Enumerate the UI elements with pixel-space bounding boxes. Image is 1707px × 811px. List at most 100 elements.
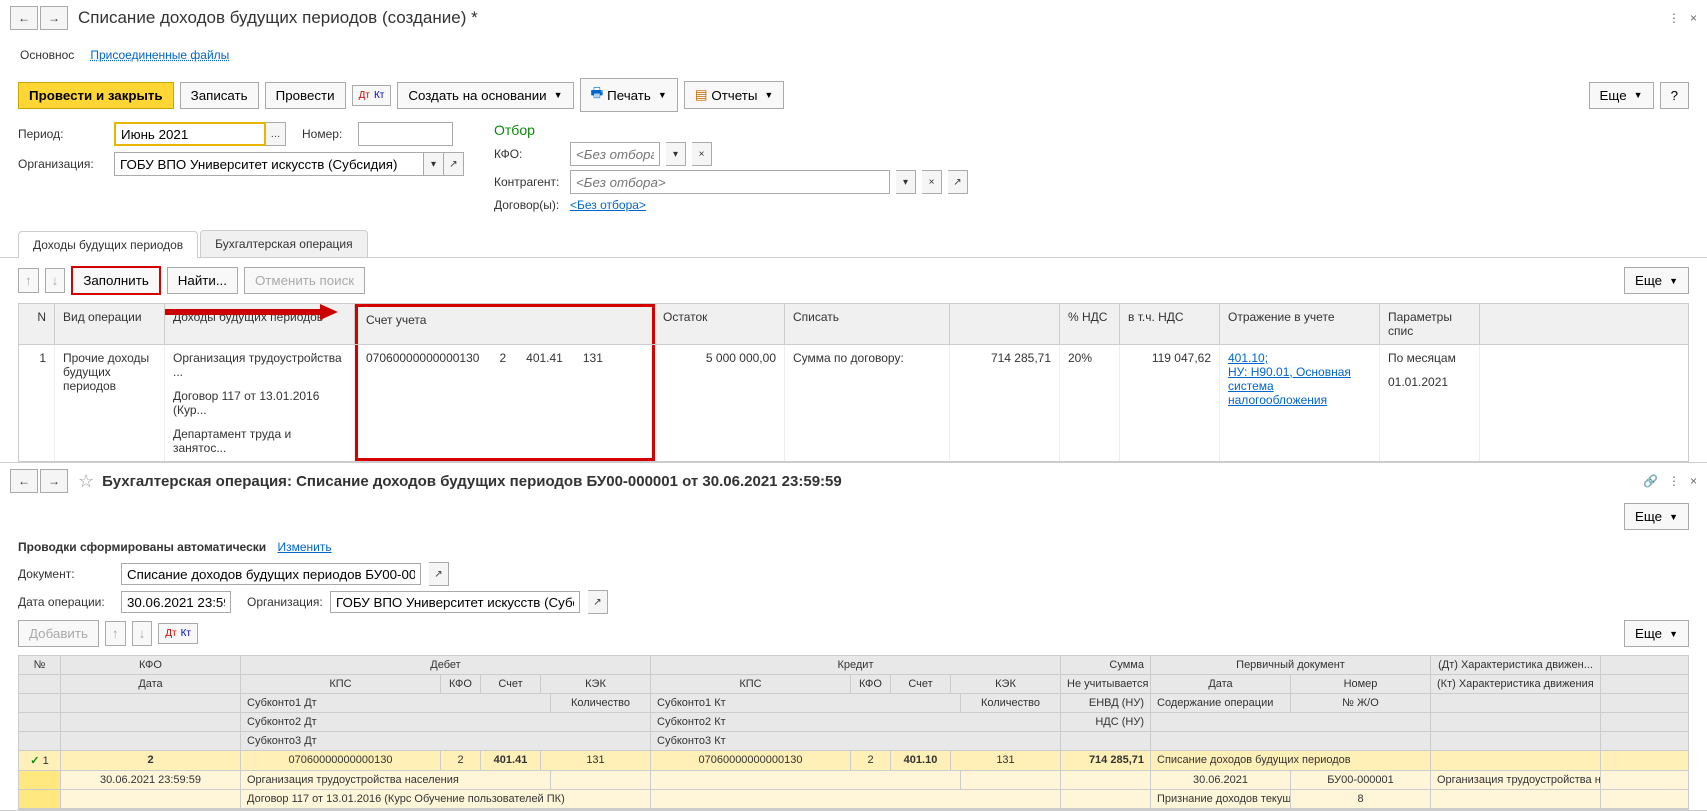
cell-param: По месяцам 01.01.2021 (1380, 345, 1480, 461)
save-button[interactable]: Записать (180, 82, 259, 109)
h-sub3k: Субконто3 Кт (651, 732, 1061, 750)
link-icon[interactable]: 🔗 (1643, 474, 1658, 488)
tab-main[interactable]: Основнос (18, 44, 76, 66)
back-button-2[interactable]: ← (10, 469, 38, 493)
org-dropdown-button[interactable]: ▾ (424, 152, 444, 176)
col-op: Вид операции (55, 304, 165, 344)
d-jo: 8 (1291, 790, 1431, 808)
col-vat: % НДС (1060, 304, 1120, 344)
h-nu: Не учитывается (НУ) (1061, 675, 1151, 693)
posting-row[interactable]: ✓ 1 2 07060000000000130 2 401.41 131 070… (19, 751, 1688, 771)
contr-input[interactable] (570, 170, 890, 194)
close-icon-2[interactable]: × (1690, 474, 1697, 488)
move-up-button-2[interactable]: ↑ (105, 621, 126, 646)
h-sub1k: Субконто1 Кт (651, 694, 961, 712)
d-d-kfo: 2 (441, 751, 481, 770)
h-pdate: Дата (1151, 675, 1291, 693)
printer-icon: 🖶 (591, 84, 604, 106)
more-button[interactable]: Еще▼ (1589, 82, 1654, 109)
post-button[interactable]: Провести (265, 82, 346, 109)
subtab-oper[interactable]: Бухгалтерская операция (200, 230, 367, 257)
grid-row[interactable]: 1 Прочие доходы будущих периодов Организ… (19, 345, 1688, 461)
contr-open-button[interactable]: ↗ (948, 170, 968, 194)
period-input[interactable] (114, 122, 266, 146)
doc-input[interactable] (121, 563, 421, 585)
d-date: 30.06.2021 23:59:59 (61, 771, 241, 789)
refl-link1[interactable]: 401.10; (1228, 351, 1268, 365)
move-down-button-2[interactable]: ↓ (132, 621, 153, 646)
tab-files[interactable]: Присоединенные файлы (88, 44, 231, 66)
subtab-dbp[interactable]: Доходы будущих периодов (18, 231, 198, 258)
post-close-button[interactable]: Провести и закрыть (18, 82, 174, 109)
dog-link[interactable]: <Без отбора> (570, 198, 646, 212)
create-based-button[interactable]: Создать на основании▼ (397, 82, 573, 109)
org-input[interactable] (114, 152, 424, 176)
kfo-clear-button[interactable]: × (692, 142, 712, 166)
menu-icon[interactable]: ⋮ (1668, 11, 1680, 25)
h-jo: № Ж/О (1291, 694, 1431, 712)
period-picker-button[interactable]: … (266, 122, 286, 146)
grid-more-button[interactable]: Еще▼ (1624, 267, 1689, 294)
doc-open-button[interactable]: ↗ (429, 562, 449, 586)
dt-kt-button-2[interactable]: ДтКт (158, 623, 198, 644)
fill-button[interactable]: Заполнить (71, 266, 160, 295)
help-button[interactable]: ? (1660, 82, 1689, 109)
org-input-2[interactable] (330, 591, 580, 613)
h-sum: Сумма (1061, 656, 1151, 674)
grid2-more-button[interactable]: Еще▼ (1624, 620, 1689, 647)
h-d-kek: КЭК (541, 675, 651, 693)
d-sum: 714 285,71 (1061, 751, 1151, 770)
menu-icon-2[interactable]: ⋮ (1668, 474, 1680, 488)
cell-rem: 5 000 000,00 (655, 345, 785, 461)
dt-kt-button[interactable]: ДтКт (352, 85, 392, 106)
reports-button[interactable]: ▤Отчеты▼ (684, 81, 785, 109)
number-label: Номер: (302, 127, 352, 141)
kfo-dropdown-button[interactable]: ▾ (666, 142, 686, 166)
more-button-2[interactable]: Еще▼ (1624, 503, 1689, 530)
col-amt (950, 304, 1060, 344)
star-icon[interactable]: ☆ (78, 471, 94, 492)
org-open-button[interactable]: ↗ (444, 152, 464, 176)
posting-grid: № КФО Дебет Кредит Сумма Первичный докум… (18, 655, 1689, 810)
d-pdate: 30.06.2021 (1151, 771, 1291, 789)
h-d-acc: Счет (481, 675, 541, 693)
d-d-acc: 401.41 (481, 751, 541, 770)
back-button[interactable]: ← (10, 6, 38, 30)
find-button[interactable]: Найти... (167, 267, 238, 294)
refl-link2[interactable]: НУ: Н90.01, Основная система налогооблож… (1228, 365, 1351, 407)
d-sub1d: Организация трудоустройства населения (241, 771, 551, 789)
cancel-find-button[interactable]: Отменить поиск (244, 267, 365, 294)
report-icon: ▤ (695, 87, 708, 103)
auto-label: Проводки сформированы автоматически (18, 540, 266, 554)
print-button[interactable]: 🖶Печать▼ (580, 78, 678, 112)
number-input[interactable] (358, 122, 453, 146)
col-refl: Отражение в учете (1220, 304, 1380, 344)
org-open-button-2[interactable]: ↗ (588, 590, 608, 614)
h-sub2d: Субконто2 Дт (241, 713, 651, 731)
filter-title: Отбор (494, 122, 968, 138)
contr-label: Контрагент: (494, 175, 564, 189)
forward-button[interactable]: → (40, 6, 68, 30)
move-down-button[interactable]: ↓ (45, 268, 66, 293)
kfo-input[interactable] (570, 142, 660, 166)
h-kfo: КФО (61, 656, 241, 674)
h-debit: Дебет (241, 656, 651, 674)
posting-row-3[interactable]: Договор 117 от 13.01.2016 (Курс Обучение… (19, 790, 1688, 809)
close-icon[interactable]: × (1690, 11, 1697, 25)
contr-clear-button[interactable]: × (922, 170, 942, 194)
period-label: Период: (18, 127, 108, 141)
h-d-qty: Количество (551, 694, 651, 712)
doc-label: Документ: (18, 567, 113, 581)
h-d-kps: КПС (241, 675, 441, 693)
date-op-input[interactable] (121, 591, 231, 613)
dog-label: Договор(ы): (494, 198, 564, 212)
contr-dropdown-button[interactable]: ▾ (896, 170, 916, 194)
posting-row-2[interactable]: 30.06.2021 23:59:59 Организация трудоуст… (19, 771, 1688, 790)
col-rem: Остаток (655, 304, 785, 344)
move-up-button[interactable]: ↑ (18, 268, 39, 293)
change-link[interactable]: Изменить (277, 540, 331, 554)
add-button[interactable]: Добавить (18, 620, 99, 647)
d-k-kfo: 2 (851, 751, 891, 770)
forward-button-2[interactable]: → (40, 469, 68, 493)
col-vatamt: в т.ч. НДС (1120, 304, 1220, 344)
